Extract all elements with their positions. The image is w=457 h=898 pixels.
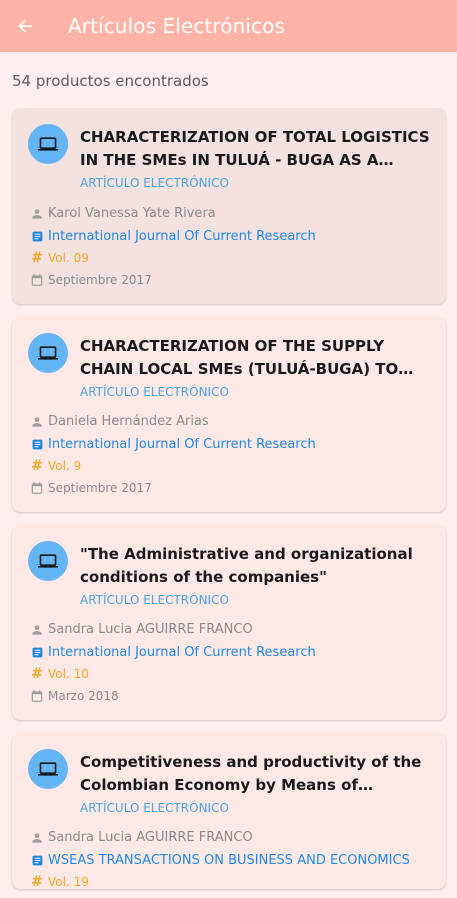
- document-icon: [30, 646, 44, 660]
- hash-icon: #: [31, 874, 43, 889]
- article-date: Marzo 2018: [48, 689, 119, 703]
- document-icon: [30, 854, 44, 868]
- results-count: 54 productos encontrados: [12, 72, 209, 90]
- person-icon: [30, 415, 44, 429]
- person-icon: [30, 623, 44, 637]
- page-title: Artículos Electrónicos: [68, 14, 285, 38]
- calendar-icon: [30, 273, 44, 287]
- journal-row: WSEAS TRANSACTIONS ON BUSINESS AND ECONO…: [30, 853, 410, 868]
- date-row: Septiembre 2017: [30, 481, 152, 495]
- article-date: Septiembre 2017: [48, 273, 152, 287]
- volume-row: # Vol. 9: [30, 458, 82, 474]
- calendar-icon: [30, 481, 44, 495]
- article-title: CHARACTERIZATION OF THE SUPPLY CHAIN LOC…: [80, 337, 399, 378]
- app-bar: Artículos Electrónicos: [0, 0, 457, 52]
- document-icon: [30, 438, 44, 452]
- author-row: Daniela Hernández Arias: [30, 414, 209, 429]
- article-title: CHARACTERIZATION OF TOTAL LOGISTICS IN T…: [80, 128, 430, 169]
- article-volume: Vol. 09: [48, 251, 89, 265]
- article-type: ARTÍCULO ELECTRÓNICO: [80, 593, 229, 607]
- hash-icon: #: [31, 458, 43, 474]
- article-journal: International Journal Of Current Researc…: [48, 645, 316, 660]
- volume-row: # Vol. 09: [30, 250, 89, 266]
- article-journal: International Journal Of Current Researc…: [48, 437, 316, 452]
- author-row: Sandra Lucia AGUIRRE FRANCO: [30, 622, 253, 637]
- author-row: Karol Vanessa Yate Rivera: [30, 206, 216, 221]
- article-card[interactable]: CHARACTERIZATION OF TOTAL LOGISTICS IN T…: [12, 108, 446, 304]
- volume-row: # Vol. 10: [30, 666, 89, 682]
- person-icon: [30, 831, 44, 845]
- article-author: Daniela Hernández Arias: [48, 414, 209, 429]
- article-journal: International Journal Of Current Researc…: [48, 229, 316, 244]
- back-arrow-icon[interactable]: [13, 14, 37, 38]
- article-volume: Vol. 9: [48, 459, 82, 473]
- document-icon: [30, 230, 44, 244]
- article-type: ARTÍCULO ELECTRÓNICO: [80, 801, 229, 815]
- article-card[interactable]: "The Administrative and organizational c…: [12, 525, 446, 720]
- laptop-icon: [28, 333, 68, 373]
- article-title: Competitiveness and productivity of the …: [80, 753, 422, 794]
- date-row: Septiembre 2017: [30, 273, 152, 287]
- article-author: Sandra Lucia AGUIRRE FRANCO: [48, 622, 253, 637]
- volume-row: # Vol. 19: [30, 874, 89, 889]
- author-row: Sandra Lucia AGUIRRE FRANCO: [30, 830, 253, 845]
- journal-row: International Journal Of Current Researc…: [30, 229, 316, 244]
- person-icon: [30, 207, 44, 221]
- article-card[interactable]: Competitiveness and productivity of the …: [12, 733, 446, 889]
- article-author: Karol Vanessa Yate Rivera: [48, 206, 216, 221]
- article-author: Sandra Lucia AGUIRRE FRANCO: [48, 830, 253, 845]
- date-row: Marzo 2018: [30, 689, 119, 703]
- article-type: ARTÍCULO ELECTRÓNICO: [80, 176, 229, 190]
- journal-row: International Journal Of Current Researc…: [30, 645, 316, 660]
- article-volume: Vol. 19: [48, 875, 89, 889]
- laptop-icon: [28, 541, 68, 581]
- laptop-icon: [28, 124, 68, 164]
- hash-icon: #: [31, 666, 43, 682]
- hash-icon: #: [31, 250, 43, 266]
- article-volume: Vol. 10: [48, 667, 89, 681]
- journal-row: International Journal Of Current Researc…: [30, 437, 316, 452]
- article-card[interactable]: CHARACTERIZATION OF THE SUPPLY CHAIN LOC…: [12, 317, 446, 512]
- calendar-icon: [30, 689, 44, 703]
- laptop-icon: [28, 749, 68, 789]
- article-journal: WSEAS TRANSACTIONS ON BUSINESS AND ECONO…: [48, 853, 410, 868]
- article-title: "The Administrative and organizational c…: [80, 545, 413, 586]
- article-date: Septiembre 2017: [48, 481, 152, 495]
- article-type: ARTÍCULO ELECTRÓNICO: [80, 385, 229, 399]
